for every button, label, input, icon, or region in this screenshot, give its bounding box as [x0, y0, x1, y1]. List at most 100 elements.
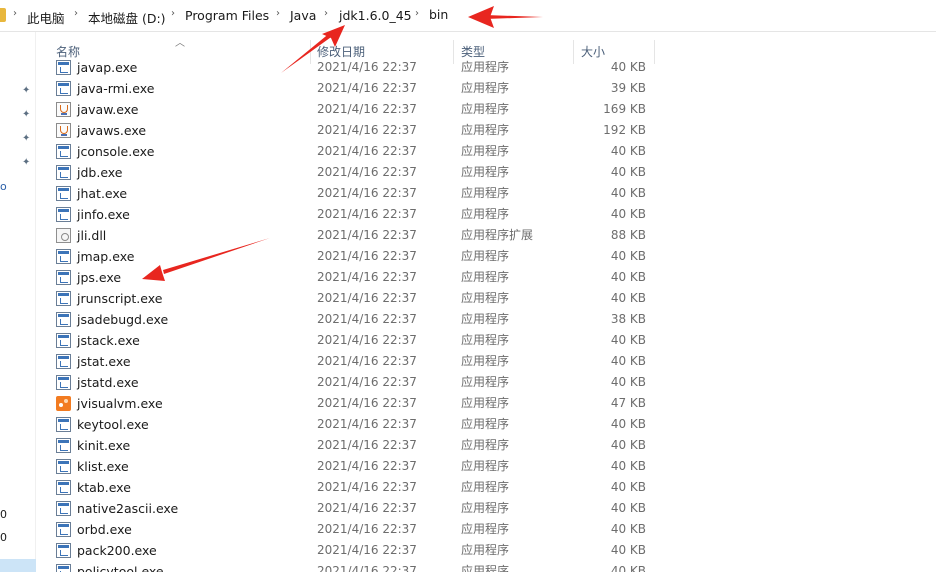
file-type: 应用程序	[461, 354, 510, 368]
exe-icon	[56, 81, 71, 96]
file-type: 应用程序	[461, 564, 510, 572]
file-row[interactable]: javaw.exe 2021/4/16 22:37 应用程序 169 KB	[36, 99, 936, 120]
file-row[interactable]: jdb.exe 2021/4/16 22:37 应用程序 40 KB	[36, 162, 936, 183]
file-name: jstack.exe	[77, 333, 140, 348]
file-size: 40 KB	[610, 375, 646, 389]
file-name: keytool.exe	[77, 417, 149, 432]
file-name: klist.exe	[77, 459, 129, 474]
chevron-right-icon[interactable]: ›	[13, 8, 17, 19]
file-row[interactable]: java-rmi.exe 2021/4/16 22:37 应用程序 39 KB	[36, 78, 936, 99]
file-row[interactable]: jhat.exe 2021/4/16 22:37 应用程序 40 KB	[36, 183, 936, 204]
pin-icon[interactable]: ✦	[22, 134, 32, 144]
file-modified-date: 2021/4/16 22:37	[317, 501, 417, 515]
file-type: 应用程序	[461, 396, 510, 410]
file-row[interactable]: jps.exe 2021/4/16 22:37 应用程序 40 KB	[36, 267, 936, 288]
file-row[interactable]: pack200.exe 2021/4/16 22:37 应用程序 40 KB	[36, 540, 936, 561]
nav-item-selected[interactable]	[0, 559, 36, 572]
file-row[interactable]: keytool.exe 2021/4/16 22:37 应用程序 40 KB	[36, 414, 936, 435]
file-modified-date: 2021/4/16 22:37	[317, 312, 417, 326]
chevron-right-icon[interactable]: ›	[171, 8, 175, 19]
java-icon	[56, 102, 71, 117]
file-row[interactable]: jrunscript.exe 2021/4/16 22:37 应用程序 40 KB	[36, 288, 936, 309]
breadcrumb-item-bin[interactable]: bin	[429, 7, 448, 22]
breadcrumb-item-jdk[interactable]: jdk1.6.0_45	[339, 8, 412, 23]
file-explorer-window: › 此电脑 › 本地磁盘 (D:) › Program Files › Java…	[0, 0, 936, 572]
chevron-right-icon[interactable]: ›	[276, 8, 280, 19]
pin-icon[interactable]: ✦	[22, 86, 32, 96]
file-modified-date: 2021/4/16 22:37	[317, 144, 417, 158]
file-list[interactable]: javap.exe 2021/4/16 22:37 应用程序 40 KB java-rm…	[36, 56, 936, 572]
exe-icon	[56, 249, 71, 264]
file-row[interactable]: javap.exe 2021/4/16 22:37 应用程序 40 KB	[36, 57, 936, 78]
file-name: jconsole.exe	[77, 144, 155, 159]
exe-icon	[56, 291, 71, 306]
file-row[interactable]: orbd.exe 2021/4/16 22:37 应用程序 40 KB	[36, 519, 936, 540]
nav-item-fragment[interactable]: 0	[0, 531, 7, 544]
file-type: 应用程序	[461, 102, 510, 116]
file-name: jvisualvm.exe	[77, 396, 163, 411]
file-size: 38 KB	[610, 312, 646, 326]
file-row[interactable]: jconsole.exe 2021/4/16 22:37 应用程序 40 KB	[36, 141, 936, 162]
file-row[interactable]: policytool.exe 2021/4/16 22:37 应用程序 40 KB	[36, 561, 936, 572]
file-row[interactable]: klist.exe 2021/4/16 22:37 应用程序 40 KB	[36, 456, 936, 477]
file-name: jstatd.exe	[77, 375, 139, 390]
file-row[interactable]: jmap.exe 2021/4/16 22:37 应用程序 40 KB	[36, 246, 936, 267]
file-modified-date: 2021/4/16 22:37	[317, 291, 417, 305]
file-name: orbd.exe	[77, 522, 132, 537]
exe-icon	[56, 333, 71, 348]
chevron-right-icon[interactable]: ›	[324, 8, 328, 19]
file-type: 应用程序	[461, 123, 510, 137]
sort-ascending-icon: ︿	[175, 38, 185, 49]
file-name: jps.exe	[77, 270, 122, 285]
file-row[interactable]: jvisualvm.exe 2021/4/16 22:37 应用程序 47 KB	[36, 393, 936, 414]
exe-icon	[56, 501, 71, 516]
exe-icon	[56, 417, 71, 432]
file-size: 40 KB	[610, 333, 646, 347]
file-name: javap.exe	[77, 60, 138, 75]
file-type: 应用程序	[461, 165, 510, 179]
file-name: jmap.exe	[77, 249, 135, 264]
file-size: 88 KB	[610, 228, 646, 242]
file-type: 应用程序	[461, 291, 510, 305]
file-row[interactable]: native2ascii.exe 2021/4/16 22:37 应用程序 40 KB	[36, 498, 936, 519]
file-type: 应用程序	[461, 417, 510, 431]
breadcrumb-item-drive-d[interactable]: 本地磁盘 (D:)	[88, 8, 166, 27]
file-modified-date: 2021/4/16 22:37	[317, 333, 417, 347]
file-row[interactable]: jstatd.exe 2021/4/16 22:37 应用程序 40 KB	[36, 372, 936, 393]
file-modified-date: 2021/4/16 22:37	[317, 396, 417, 410]
exe-icon	[56, 60, 71, 75]
file-type: 应用程序	[461, 459, 510, 473]
file-row[interactable]: kinit.exe 2021/4/16 22:37 应用程序 40 KB	[36, 435, 936, 456]
chevron-right-icon[interactable]: ›	[74, 8, 78, 19]
file-modified-date: 2021/4/16 22:37	[317, 375, 417, 389]
file-size: 40 KB	[610, 564, 646, 572]
exe-icon	[56, 438, 71, 453]
file-modified-date: 2021/4/16 22:37	[317, 207, 417, 221]
file-row[interactable]: javaws.exe 2021/4/16 22:37 应用程序 192 KB	[36, 120, 936, 141]
chevron-right-icon[interactable]: ›	[415, 8, 419, 19]
breadcrumb-item-this-pc[interactable]: 此电脑	[27, 8, 65, 27]
file-row[interactable]: ktab.exe 2021/4/16 22:37 应用程序 40 KB	[36, 477, 936, 498]
file-modified-date: 2021/4/16 22:37	[317, 438, 417, 452]
pin-icon[interactable]: ✦	[22, 158, 32, 168]
file-row[interactable]: jsadebugd.exe 2021/4/16 22:37 应用程序 38 KB	[36, 309, 936, 330]
nav-item-fragment[interactable]: o	[0, 180, 7, 193]
nav-item-fragment[interactable]: 0	[0, 508, 7, 521]
address-bar[interactable]: › 此电脑 › 本地磁盘 (D:) › Program Files › Java…	[0, 0, 936, 32]
file-name: jrunscript.exe	[77, 291, 163, 306]
file-row[interactable]: jstack.exe 2021/4/16 22:37 应用程序 40 KB	[36, 330, 936, 351]
file-size: 40 KB	[610, 543, 646, 557]
exe-icon	[56, 312, 71, 327]
file-modified-date: 2021/4/16 22:37	[317, 354, 417, 368]
file-modified-date: 2021/4/16 22:37	[317, 123, 417, 137]
breadcrumb-item-program-files[interactable]: Program Files	[185, 8, 269, 23]
file-row[interactable]: jstat.exe 2021/4/16 22:37 应用程序 40 KB	[36, 351, 936, 372]
file-row[interactable]: jinfo.exe 2021/4/16 22:37 应用程序 40 KB	[36, 204, 936, 225]
pin-icon[interactable]: ✦	[22, 110, 32, 120]
file-modified-date: 2021/4/16 22:37	[317, 564, 417, 572]
navigation-pane[interactable]: ✦ ✦ ✦ ✦ o 0 0	[0, 32, 36, 572]
file-size: 40 KB	[610, 186, 646, 200]
file-modified-date: 2021/4/16 22:37	[317, 228, 417, 242]
breadcrumb-item-java[interactable]: Java	[290, 8, 316, 23]
file-row[interactable]: jli.dll 2021/4/16 22:37 应用程序扩展 88 KB	[36, 225, 936, 246]
